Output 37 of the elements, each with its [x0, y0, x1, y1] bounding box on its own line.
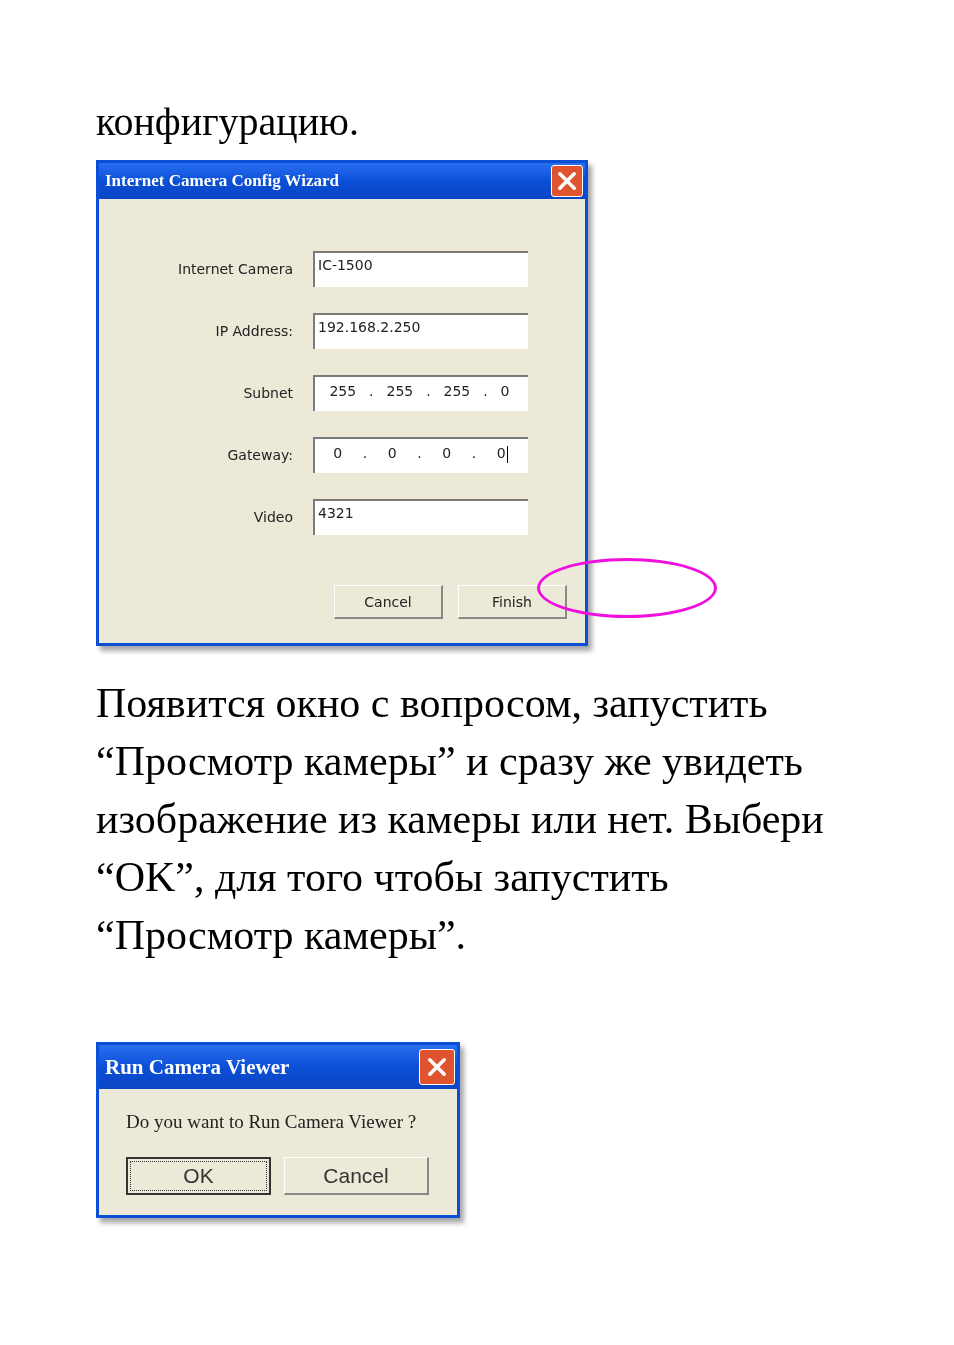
field-label: Gateway: — [227, 447, 293, 463]
close-icon — [425, 1055, 449, 1079]
ip-octet: 0 — [333, 445, 343, 463]
window-title: Internet Camera Config Wizard — [105, 171, 340, 191]
window-title: Run Camera Viewer — [105, 1054, 290, 1080]
close-icon — [555, 169, 579, 193]
body-text: Появится окно с вопросом, запустить “Просмотр камеры” и сразу же увидеть изображение из камеры или нет. Выбери “OK”, для того чтобы запустить “Просмотр камеры”. — [96, 679, 825, 960]
field-label: Video — [253, 509, 293, 525]
ip-separator: . — [362, 445, 368, 463]
dialog-button[interactable]: Cancel — [334, 585, 443, 619]
ip-separator: . — [369, 383, 374, 401]
ip-separator: . — [426, 383, 431, 401]
ip-octet: 0 — [496, 445, 506, 465]
ip-address-field[interactable]: 255 . 255 . 255 . 0 — [313, 375, 528, 411]
dialog-message: Do you want to Run Camera Viewer ? — [126, 1111, 418, 1133]
body-text: конфигурацию. — [96, 100, 360, 144]
ip-address-field[interactable]: 0 . 0 . 0 . 0 — [313, 437, 528, 473]
input-field[interactable]: 4321 — [313, 499, 528, 535]
dialog-button[interactable]: Finish — [458, 585, 567, 619]
dialog-button[interactable]: OK — [126, 1157, 271, 1195]
ip-octet: 255 — [386, 383, 414, 401]
ip-octet: 0 — [500, 383, 510, 401]
input-field[interactable]: 192.168.2.250 — [313, 313, 528, 349]
input-field[interactable]: IC-1500 — [313, 251, 528, 287]
ip-separator: . — [483, 383, 488, 401]
ip-octet: 255 — [443, 383, 471, 401]
field-label: Internet Camera — [178, 261, 293, 277]
ip-separator: . — [417, 445, 422, 463]
ip-octet: 0 — [442, 445, 452, 463]
dialog-button[interactable]: Cancel — [284, 1157, 429, 1195]
ip-separator: . — [471, 445, 477, 463]
ip-octet: 255 — [329, 383, 357, 401]
ip-octet: 0 — [387, 445, 397, 463]
field-label: Subnet — [243, 385, 293, 401]
close-button[interactable] — [551, 165, 583, 197]
close-button[interactable] — [419, 1049, 455, 1085]
field-label: IP Address: — [215, 323, 293, 339]
